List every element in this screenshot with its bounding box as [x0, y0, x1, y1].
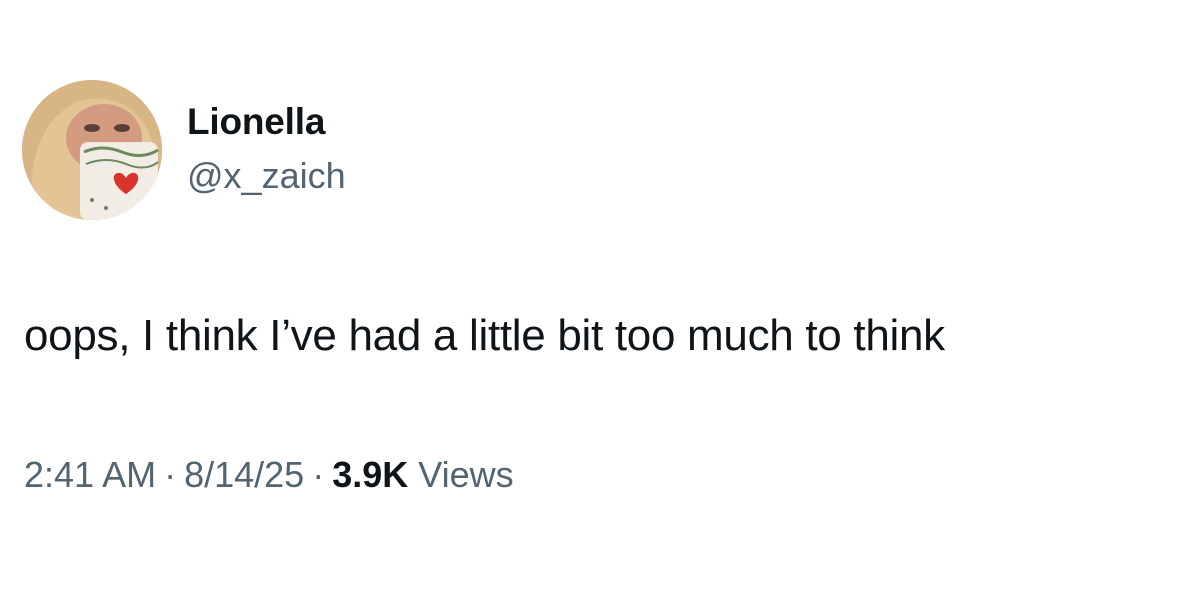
user-info: Lionella @x_zaich — [187, 98, 346, 199]
user-handle[interactable]: @x_zaich — [187, 153, 346, 199]
tweet-meta: 2:41 AM · 8/14/25 · 3.9K Views — [24, 452, 514, 498]
separator: · — [164, 454, 177, 495]
separator: · — [312, 454, 325, 495]
avatar[interactable] — [22, 80, 162, 220]
views-count: 3.9K — [332, 454, 409, 495]
profile-photo-icon — [22, 80, 162, 220]
tweet-text: oops, I think I’ve had a little bit too … — [24, 311, 945, 360]
tweet-time[interactable]: 2:41 AM — [24, 454, 156, 495]
tweet-card: Lionella @x_zaich oops, I think I’ve had… — [0, 0, 1202, 602]
tweet-date[interactable]: 8/14/25 — [184, 454, 304, 495]
display-name[interactable]: Lionella — [187, 98, 346, 146]
views-label: Views — [418, 454, 514, 495]
